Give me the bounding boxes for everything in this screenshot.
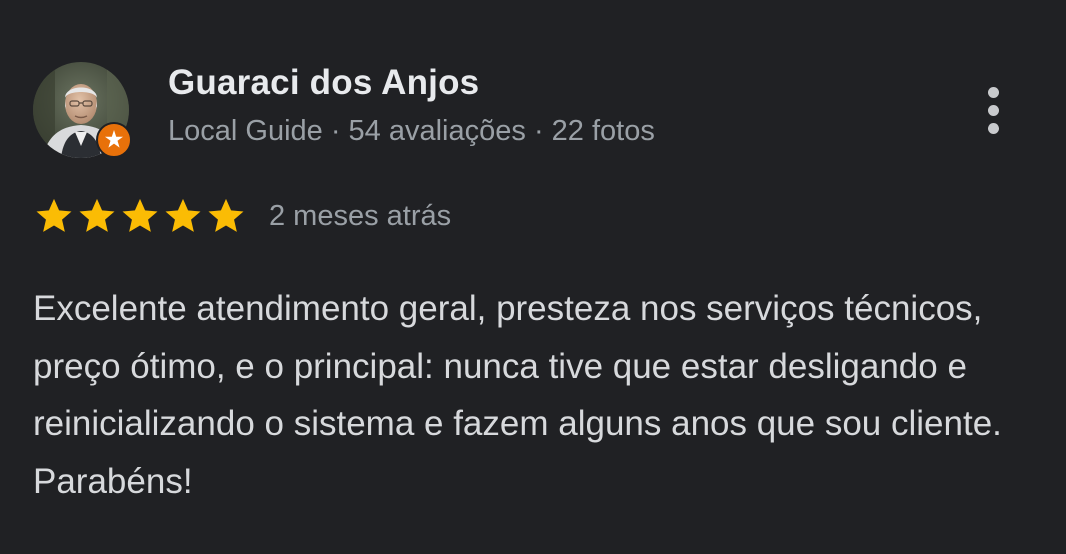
- local-guide-badge-icon: [96, 122, 132, 158]
- author-name[interactable]: Guaraci dos Anjos: [168, 63, 479, 103]
- more-vert-icon: [987, 86, 999, 98]
- avatar-container[interactable]: [33, 62, 132, 158]
- review-text: Excelente atendimento geral, presteza no…: [33, 289, 1002, 501]
- more-vert-icon-dot: [987, 122, 999, 134]
- more-options-button[interactable]: [975, 80, 1011, 140]
- star-icon: [79, 198, 115, 232]
- rating-row: 2 meses atrás: [33, 195, 451, 237]
- star-icon: [36, 198, 72, 232]
- star-rating: [33, 195, 247, 237]
- star-icon: [122, 198, 158, 232]
- star-icon: [165, 198, 201, 232]
- star-icon: [208, 198, 244, 232]
- author-meta: Local Guide · 54 avaliações · 22 fotos: [168, 115, 655, 147]
- review-date: 2 meses atrás: [269, 199, 452, 232]
- more-vert-icon-dot: [987, 104, 999, 116]
- review-card: Guaraci dos Anjos Local Guide · 54 avali…: [0, 0, 1066, 554]
